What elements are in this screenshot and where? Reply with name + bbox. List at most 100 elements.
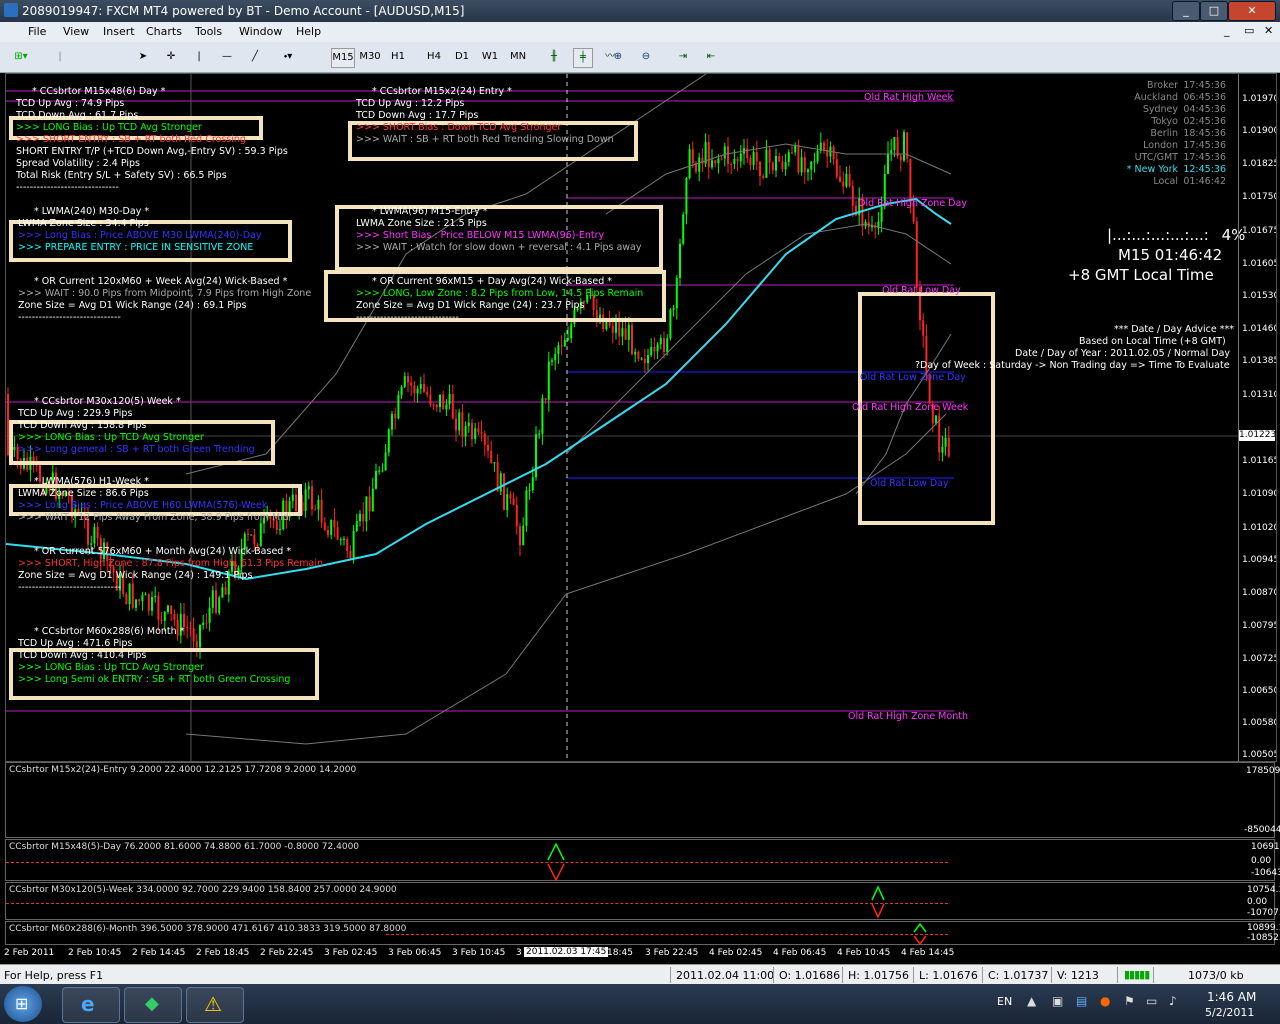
shapes-icon[interactable]: ⬩▾ [274,48,302,66]
tf-h4-button[interactable]: H4 [423,48,445,66]
candle-body [528,490,531,492]
advice-header: *** Date / Day Advice *** [1114,324,1234,335]
axis-value: 10754.1 [1247,885,1280,895]
candle-body [400,386,403,396]
tray-app-icon[interactable]: ▣ [1052,994,1063,1008]
maximize-button[interactable]: □ [1200,1,1228,21]
candle-body [432,404,435,406]
candle-body [368,496,371,512]
crosshair-icon[interactable]: ✛ [162,48,180,66]
taskbar-ie-button[interactable]: e [62,987,120,1023]
tf-m15-button[interactable]: M15 [331,48,355,68]
main-chart[interactable]: * CCsbrtor M15x48(6) Day * TCD Up Avg : 7… [5,73,1277,762]
tray-volume-icon[interactable]: ♪ [1169,994,1177,1008]
candle-body [147,594,150,611]
clock-city: Berlin [1150,128,1178,139]
menu-window[interactable]: Window [239,25,282,38]
block-line: >>> Short Bias : Price BELOW M15 LWMA(96… [356,230,605,241]
tf-mn-button[interactable]: MN [507,48,529,66]
language-indicator[interactable]: EN [997,995,1012,1008]
clock-time: 17:45:36 [1183,80,1226,91]
menu-tools[interactable]: Tools [195,25,222,38]
taskbar-mt4-button[interactable]: ◆ [124,987,182,1023]
autoscroll-icon[interactable]: ⇥ [674,48,692,66]
tf-m30-button[interactable]: M30 [359,48,381,66]
zone-label: Old Rat Low Day [882,285,961,296]
candle-body [823,142,825,150]
child-minimize-button[interactable]: _ [1224,24,1230,37]
indicator-block: * CCsbrtor M30x120(5) Week * TCD Up Avg :… [18,396,255,456]
tf-d1-button[interactable]: D1 [451,48,473,66]
subwindow-day[interactable]: CCsbrtor M15x48(5)-Day 76.2000 81.6000 7… [5,839,1280,882]
child-close-button[interactable]: ✕ [1264,24,1273,37]
zoom-in-icon[interactable]: ⊕ [609,48,627,66]
zoom-out-icon[interactable]: ⊖ [637,48,655,66]
tray-arrow-icon[interactable]: ▲ [1027,994,1036,1008]
candle-body [816,150,819,162]
menu-insert[interactable]: Insert [103,25,135,38]
price-label: 1.01020 [1242,523,1277,533]
close-button[interactable]: ✕ [1228,1,1276,21]
tf-h1-button[interactable]: H1 [387,48,409,66]
clock-time: 04:45:36 [1183,104,1226,115]
clock-city: * New York [1126,164,1178,175]
trendline-icon[interactable]: ╱ [246,48,264,66]
candle-body [903,132,905,161]
menu-help[interactable]: Help [296,25,321,38]
tray-flag-icon[interactable]: ⚑ [1124,994,1135,1008]
axis-value: -8500445 [1244,825,1280,835]
menu-view[interactable]: View [63,25,89,38]
minimize-button[interactable]: _ [1172,1,1200,21]
time-label: 3 Feb 06:45 [388,948,442,958]
candle-body [445,404,448,410]
tray-network-icon[interactable]: ▤ [1076,994,1087,1008]
bar-chart-icon[interactable]: ╫ [545,48,563,66]
taskbar-alert-button[interactable]: ⚠ [186,987,244,1023]
subwindow-entry[interactable]: CCsbrtor M15x2(24)-Entry 9.2000 22.4000 … [5,762,1280,838]
app-icon [4,3,18,17]
horizontal-line-icon[interactable]: — [218,48,236,66]
tray-time[interactable]: 1:46 AM [1207,990,1256,1004]
chart-shift-icon[interactable]: ⇤ [702,48,720,66]
candle-body [813,161,816,163]
start-button[interactable]: ⊞ [4,986,42,1022]
vertical-line-icon[interactable]: | [190,48,208,66]
candle-body [896,137,899,157]
status-traffic: 1073/0 kb [1188,969,1244,982]
clock-time: 12:45:36 [1183,164,1226,175]
clock-city: Local [1153,176,1178,187]
candle-body [679,243,681,278]
subwindow-month[interactable]: CCsbrtor M60x288(6)-Month 396.5000 378.9… [5,921,1280,945]
tray-monitor-icon[interactable]: ▭ [1146,994,1157,1008]
candle-body [157,595,160,620]
candle-body [307,486,310,490]
candle-body [659,338,662,345]
menu-charts[interactable]: Charts [146,25,182,38]
clock-city: Sydney [1142,104,1178,115]
candle-body [410,382,413,386]
tray-date[interactable]: 5/2/2011 [1205,1006,1254,1019]
advice-line: Date / Day of Year : 2011.02.05 / Normal… [1015,348,1231,359]
candle-body [541,398,544,434]
advice-line: Based on Local Time (+8 GMT) [1079,336,1226,347]
price-label: 1.01090 [1242,489,1277,499]
candle-body [915,221,918,288]
tray-security-icon[interactable]: ● [1100,994,1110,1008]
menu-file[interactable]: File [28,25,46,38]
candle-body [538,433,541,435]
candle-body [253,534,256,545]
new-chart-icon[interactable]: ⊞▾ [8,48,34,66]
block-line: TCD Down Avg : 17.7 Pips [356,110,479,121]
subwindow-title: CCsbrtor M30x120(5)-Week 334.0000 92.700… [9,885,397,895]
candle-body [96,527,99,539]
candlestick-icon[interactable]: ╪ [573,48,593,68]
candle-body [807,169,809,173]
cursor-icon[interactable]: ➤ [134,48,152,66]
window-title: 2089019947: FXCM MT4 powered by BT - Dem… [22,4,465,18]
subwindow-week[interactable]: CCsbrtor M30x120(5)-Week 334.0000 92.700… [5,882,1280,920]
subwindow-title: CCsbrtor M15x48(5)-Day 76.2000 81.6000 7… [9,842,360,852]
child-restore-button[interactable]: ▭ [1244,24,1254,37]
clock-city: Auckland [1134,92,1178,103]
candle-body [151,597,153,611]
tf-w1-button[interactable]: W1 [479,48,501,66]
